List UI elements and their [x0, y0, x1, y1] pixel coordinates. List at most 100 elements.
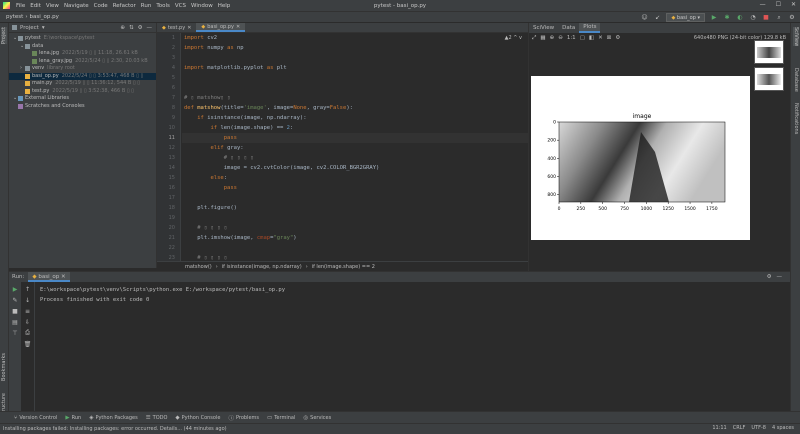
bottom-tool-terminal[interactable]: ▭ Terminal — [267, 415, 295, 421]
close-plot-icon[interactable]: ✕ — [598, 35, 603, 41]
menu-item-edit[interactable]: Edit — [30, 3, 41, 9]
actual-size-icon[interactable]: 1:1 — [567, 35, 576, 41]
settings-icon[interactable]: ⚙ — [615, 35, 620, 41]
database-stripe-button[interactable]: Database — [793, 68, 799, 92]
plot-thumbnail[interactable] — [754, 67, 784, 91]
add-icon[interactable]: ⊕ — [120, 25, 125, 31]
options-icon[interactable]: ⚙ — [138, 25, 143, 31]
settings-icon[interactable]: ⚙ — [767, 274, 772, 280]
grid-icon[interactable]: ▦ — [540, 35, 545, 41]
background-icon[interactable]: ◧ — [589, 35, 594, 41]
stop-gray-icon[interactable]: ■ — [11, 307, 19, 315]
menu-item-run[interactable]: Run — [141, 3, 152, 9]
stop-icon[interactable]: ■ — [762, 14, 770, 22]
close-window-icon[interactable]: ✕ — [791, 1, 796, 8]
close-tab-icon[interactable]: ✕ — [236, 24, 240, 30]
notifications-stripe-button[interactable]: Notifications — [793, 103, 799, 134]
menu-item-navigate[interactable]: Navigate — [64, 3, 89, 9]
close-all-plots-icon[interactable]: ⊠ — [607, 35, 612, 41]
fit-zoom-icon[interactable]: ▢ — [580, 35, 585, 41]
menu-item-help[interactable]: Help — [218, 3, 231, 9]
inspection-warnings[interactable]: ▲2 ^ v — [505, 35, 522, 41]
editor-tab[interactable]: ◆ basi_op.py ✕ — [196, 23, 246, 32]
bookmarks-stripe-button[interactable]: Bookmarks — [1, 353, 7, 381]
print-icon[interactable]: ⎙ — [24, 329, 32, 337]
zoom-out-icon[interactable]: ⊖ — [558, 35, 563, 41]
code-breadcrumb-item[interactable]: if isinstance(image, np.ndarray) — [222, 264, 302, 270]
maximize-icon[interactable]: ☐ — [776, 1, 781, 8]
collapse-all-icon[interactable]: ⇅ — [129, 25, 134, 31]
breadcrumb-project[interactable]: pytest — [6, 14, 23, 20]
hide-icon[interactable]: — — [147, 25, 153, 31]
indent-setting[interactable]: 4 spaces — [772, 425, 794, 431]
chevron-down-icon[interactable]: ▾ — [42, 25, 45, 31]
bottom-tool-python-console[interactable]: ◆ Python Console — [175, 415, 220, 421]
editor-tab[interactable]: ◆ test.py ✕ — [157, 23, 196, 32]
tree-item[interactable]: lena_gray.jpg 2022/5/24 ▯ ▯ 2:30, 20.03 k… — [9, 58, 156, 66]
status-message[interactable]: Installing packages failed: Installing p… — [3, 426, 227, 432]
zoom-in-icon[interactable]: ⊕ — [550, 35, 555, 41]
tree-item[interactable]: ⌄ data — [9, 43, 156, 51]
sciview-tab[interactable]: Data — [558, 23, 579, 33]
back-arrow-icon[interactable]: ↙ — [653, 14, 661, 22]
run-config-select[interactable]: ◆ basi_op ▾ — [666, 13, 705, 22]
menu-item-file[interactable]: File — [16, 3, 25, 9]
tree-item[interactable]: Scratches and Consoles — [9, 103, 156, 111]
tree-item[interactable]: › venv library root — [9, 65, 156, 73]
menu-item-refactor[interactable]: Refactor — [113, 3, 136, 9]
sciview-tab[interactable]: Plots — [579, 23, 601, 33]
settings-icon[interactable]: ⚙ — [788, 14, 796, 22]
minimize-icon[interactable]: — — [760, 1, 766, 8]
close-tab-icon[interactable]: ✕ — [187, 25, 191, 31]
project-stripe-button[interactable]: Project — [1, 27, 7, 45]
tree-item[interactable]: basi_op.py 2022/5/24 ▯ ▯ 3:53:47, 468 B ▯… — [9, 72, 156, 80]
tree-item[interactable]: test.py 2022/5/19 ▯ ▯ 3:52:38, 466 B ▯ ▯ — [9, 88, 156, 96]
coverage-icon[interactable]: ◐ — [736, 14, 744, 22]
run-icon[interactable]: ▶ — [710, 14, 718, 22]
fit-screen-icon[interactable]: ⤢ — [532, 35, 536, 42]
tree-item[interactable]: ⌄ pytest E:\workspace\pytest — [9, 35, 156, 43]
up-arrow-icon[interactable]: ↑ — [24, 285, 32, 293]
bottom-tool-python-packages[interactable]: ◈ Python Packages — [89, 415, 138, 421]
menu-item-code[interactable]: Code — [94, 3, 108, 9]
tree-item[interactable]: ⌄ External Libraries — [9, 95, 156, 103]
tree-item[interactable]: main.py 2022/5/19 ▯ ▯ 11:36:12, 544 B ▯ ▯ — [9, 80, 156, 88]
menu-item-window[interactable]: Window — [191, 3, 213, 9]
user-icon[interactable]: ☺ — [640, 14, 648, 22]
code-breadcrumb-item[interactable]: matshow() — [185, 264, 212, 270]
menu-item-view[interactable]: View — [46, 3, 59, 9]
rerun-icon[interactable]: ▶ — [11, 285, 19, 293]
project-view-select[interactable]: Project — [20, 25, 39, 31]
file-encoding[interactable]: UTF-8 — [751, 425, 766, 431]
hide-icon[interactable]: — — [777, 274, 783, 280]
run-tab[interactable]: ◆ basi_op ✕ — [28, 272, 70, 282]
profile-icon[interactable]: ◔ — [749, 14, 757, 22]
down-arrow-icon[interactable]: ↓ — [24, 296, 32, 304]
code-breadcrumb-item[interactable]: if len(image.shape) == 2 — [312, 264, 375, 270]
layout-icon[interactable]: ▤ — [11, 318, 19, 326]
sciview-tab[interactable]: SciView — [529, 23, 558, 33]
code-area[interactable]: import cv2 import numpy as np import matpl… — [182, 33, 528, 271]
soft-wrap-icon[interactable]: ≡ — [24, 307, 32, 315]
menu-item-tools[interactable]: Tools — [156, 3, 170, 9]
bottom-tool-services[interactable]: ◎ Services — [303, 415, 331, 421]
search-icon[interactable]: ⌕ — [775, 14, 783, 22]
pin-icon[interactable]: ⊤ — [11, 329, 19, 337]
wrench-icon[interactable]: ✎ — [11, 296, 19, 304]
trash-icon[interactable]: 🗑 — [24, 340, 32, 348]
breadcrumb-file[interactable]: basi_op.py — [30, 14, 59, 20]
bottom-tool-problems[interactable]: ⓘ Problems — [228, 414, 259, 422]
bottom-tool-run[interactable]: ▶ Run — [65, 415, 81, 421]
line-separator[interactable]: CRLF — [733, 425, 746, 431]
bottom-tool-todo[interactable]: ☰ TODO — [146, 415, 168, 421]
menu-item-vcs[interactable]: VCS — [175, 3, 186, 9]
scroll-end-icon[interactable]: ⇩ — [24, 318, 32, 326]
debug-icon[interactable]: ✱ — [723, 14, 731, 22]
tree-item[interactable]: lena.jpg 2022/5/19 ▯ ▯ 11:18, 26.61 kB — [9, 50, 156, 58]
sciview-stripe-button[interactable]: SciView — [793, 27, 799, 47]
caret-position[interactable]: 11:11 — [712, 425, 726, 431]
console-output[interactable]: E:\workspace\pytest\venv\Scripts\python.… — [40, 285, 285, 305]
plot-thumbnail[interactable] — [754, 40, 784, 64]
bottom-tool-version-control[interactable]: ⑂ Version Control — [14, 415, 57, 421]
